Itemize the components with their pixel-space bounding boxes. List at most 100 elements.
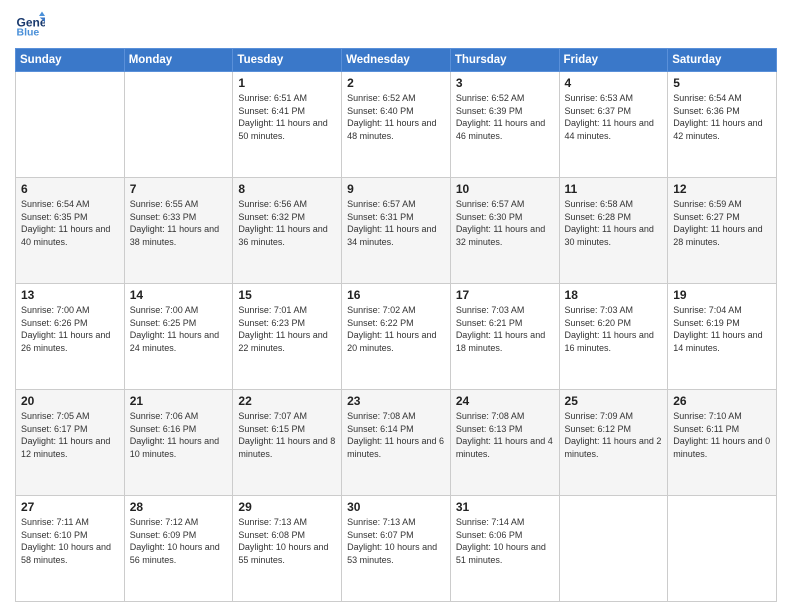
calendar-cell: 20 Sunrise: 7:05 AM Sunset: 6:17 PM Dayli… xyxy=(16,390,125,496)
day-info: Sunrise: 6:57 AM Sunset: 6:31 PM Dayligh… xyxy=(347,198,445,248)
calendar-cell: 29Sunrise: 7:13 AM Sunset: 6:08 PM Dayli… xyxy=(233,496,342,602)
calendar-table: SundayMondayTuesdayWednesdayThursdayFrid… xyxy=(15,48,777,602)
calendar-cell: 27Sunrise: 7:11 AM Sunset: 6:10 PM Dayli… xyxy=(16,496,125,602)
calendar-cell: 4Sunrise: 6:53 AM Sunset: 6:37 PM Daylig… xyxy=(559,72,668,178)
weekday-header-sunday: Sunday xyxy=(16,49,125,72)
day-number: 12 xyxy=(673,182,771,196)
day-number: 31 xyxy=(456,500,554,514)
day-number: 28 xyxy=(130,500,228,514)
day-info: Sunrise: 6:57 AM Sunset: 6:30 PM Dayligh… xyxy=(456,198,554,248)
week-row-4: 27Sunrise: 7:11 AM Sunset: 6:10 PM Dayli… xyxy=(16,496,777,602)
day-info: Sunrise: 6:56 AM Sunset: 6:32 PM Dayligh… xyxy=(238,198,336,248)
calendar-cell: 17 Sunrise: 7:03 AM Sunset: 6:21 PM Dayli… xyxy=(450,284,559,390)
day-info: Sunrise: 7:12 AM Sunset: 6:09 PM Dayligh… xyxy=(130,516,228,566)
day-info: Sunrise: 6:54 AM Sunset: 6:36 PM Dayligh… xyxy=(673,92,771,142)
day-number: 21 xyxy=(130,394,228,408)
calendar-cell: 16 Sunrise: 7:02 AM Sunset: 6:22 PM Dayli… xyxy=(342,284,451,390)
calendar-cell: 23 Sunrise: 7:08 AM Sunset: 6:14 PM Dayli… xyxy=(342,390,451,496)
week-row-2: 13 Sunrise: 7:00 AM Sunset: 6:26 PM Dayli… xyxy=(16,284,777,390)
calendar-cell: 8 Sunrise: 6:56 AM Sunset: 6:32 PM Daylig… xyxy=(233,178,342,284)
calendar-cell: 15 Sunrise: 7:01 AM Sunset: 6:23 PM Dayli… xyxy=(233,284,342,390)
weekday-header-wednesday: Wednesday xyxy=(342,49,451,72)
day-info: Sunrise: 7:08 AM Sunset: 6:14 PM Dayligh… xyxy=(347,410,445,460)
calendar-cell: 9 Sunrise: 6:57 AM Sunset: 6:31 PM Daylig… xyxy=(342,178,451,284)
calendar-cell: 30 Sunrise: 7:13 AM Sunset: 6:07 PM Dayli… xyxy=(342,496,451,602)
calendar-cell: 6Sunrise: 6:54 AM Sunset: 6:35 PM Daylig… xyxy=(16,178,125,284)
day-info: Sunrise: 7:01 AM Sunset: 6:23 PM Dayligh… xyxy=(238,304,336,354)
day-number: 18 xyxy=(565,288,663,302)
weekday-header-row: SundayMondayTuesdayWednesdayThursdayFrid… xyxy=(16,49,777,72)
weekday-header-saturday: Saturday xyxy=(668,49,777,72)
day-info: Sunrise: 7:00 AM Sunset: 6:26 PM Dayligh… xyxy=(21,304,119,354)
day-number: 20 xyxy=(21,394,119,408)
calendar-cell: 18 Sunrise: 7:03 AM Sunset: 6:20 PM Dayli… xyxy=(559,284,668,390)
day-number: 2 xyxy=(347,76,445,90)
day-info: Sunrise: 7:06 AM Sunset: 6:16 PM Dayligh… xyxy=(130,410,228,460)
day-info: Sunrise: 7:11 AM Sunset: 6:10 PM Dayligh… xyxy=(21,516,119,566)
calendar-cell: 28 Sunrise: 7:12 AM Sunset: 6:09 PM Dayli… xyxy=(124,496,233,602)
calendar-cell xyxy=(16,72,125,178)
day-number: 17 xyxy=(456,288,554,302)
day-number: 15 xyxy=(238,288,336,302)
day-number: 5 xyxy=(673,76,771,90)
calendar-cell: 10Sunrise: 6:57 AM Sunset: 6:30 PM Dayli… xyxy=(450,178,559,284)
day-number: 11 xyxy=(565,182,663,196)
week-row-0: 1Sunrise: 6:51 AM Sunset: 6:41 PM Daylig… xyxy=(16,72,777,178)
calendar-cell xyxy=(668,496,777,602)
day-number: 22 xyxy=(238,394,336,408)
day-info: Sunrise: 7:02 AM Sunset: 6:22 PM Dayligh… xyxy=(347,304,445,354)
day-info: Sunrise: 7:10 AM Sunset: 6:11 PM Dayligh… xyxy=(673,410,771,460)
day-info: Sunrise: 7:07 AM Sunset: 6:15 PM Dayligh… xyxy=(238,410,336,460)
calendar-cell xyxy=(124,72,233,178)
day-info: Sunrise: 7:13 AM Sunset: 6:07 PM Dayligh… xyxy=(347,516,445,566)
day-info: Sunrise: 6:59 AM Sunset: 6:27 PM Dayligh… xyxy=(673,198,771,248)
day-info: Sunrise: 7:08 AM Sunset: 6:13 PM Dayligh… xyxy=(456,410,554,460)
calendar-cell: 21 Sunrise: 7:06 AM Sunset: 6:16 PM Dayli… xyxy=(124,390,233,496)
day-number: 14 xyxy=(130,288,228,302)
day-info: Sunrise: 6:58 AM Sunset: 6:28 PM Dayligh… xyxy=(565,198,663,248)
logo: General Blue xyxy=(15,10,25,40)
day-info: Sunrise: 7:03 AM Sunset: 6:20 PM Dayligh… xyxy=(565,304,663,354)
day-number: 24 xyxy=(456,394,554,408)
week-row-1: 6Sunrise: 6:54 AM Sunset: 6:35 PM Daylig… xyxy=(16,178,777,284)
calendar-cell: 5 Sunrise: 6:54 AM Sunset: 6:36 PM Daylig… xyxy=(668,72,777,178)
calendar-cell: 25Sunrise: 7:09 AM Sunset: 6:12 PM Dayli… xyxy=(559,390,668,496)
day-info: Sunrise: 7:05 AM Sunset: 6:17 PM Dayligh… xyxy=(21,410,119,460)
calendar-cell xyxy=(559,496,668,602)
day-number: 30 xyxy=(347,500,445,514)
day-number: 9 xyxy=(347,182,445,196)
day-number: 8 xyxy=(238,182,336,196)
day-info: Sunrise: 7:04 AM Sunset: 6:19 PM Dayligh… xyxy=(673,304,771,354)
calendar-cell: 26Sunrise: 7:10 AM Sunset: 6:11 PM Dayli… xyxy=(668,390,777,496)
day-number: 3 xyxy=(456,76,554,90)
day-info: Sunrise: 7:03 AM Sunset: 6:21 PM Dayligh… xyxy=(456,304,554,354)
day-info: Sunrise: 7:14 AM Sunset: 6:06 PM Dayligh… xyxy=(456,516,554,566)
calendar-cell: 3 Sunrise: 6:52 AM Sunset: 6:39 PM Daylig… xyxy=(450,72,559,178)
week-row-3: 20 Sunrise: 7:05 AM Sunset: 6:17 PM Dayli… xyxy=(16,390,777,496)
day-info: Sunrise: 6:55 AM Sunset: 6:33 PM Dayligh… xyxy=(130,198,228,248)
calendar-cell: 24 Sunrise: 7:08 AM Sunset: 6:13 PM Dayli… xyxy=(450,390,559,496)
weekday-header-friday: Friday xyxy=(559,49,668,72)
day-info: Sunrise: 6:52 AM Sunset: 6:39 PM Dayligh… xyxy=(456,92,554,142)
calendar-cell: 2 Sunrise: 6:52 AM Sunset: 6:40 PM Daylig… xyxy=(342,72,451,178)
calendar-cell: 12 Sunrise: 6:59 AM Sunset: 6:27 PM Dayli… xyxy=(668,178,777,284)
day-info: Sunrise: 6:53 AM Sunset: 6:37 PM Dayligh… xyxy=(565,92,663,142)
day-number: 23 xyxy=(347,394,445,408)
day-number: 19 xyxy=(673,288,771,302)
day-number: 25 xyxy=(565,394,663,408)
calendar-cell: 19 Sunrise: 7:04 AM Sunset: 6:19 PM Dayli… xyxy=(668,284,777,390)
calendar-cell: 22 Sunrise: 7:07 AM Sunset: 6:15 PM Dayli… xyxy=(233,390,342,496)
day-number: 16 xyxy=(347,288,445,302)
day-info: Sunrise: 6:52 AM Sunset: 6:40 PM Dayligh… xyxy=(347,92,445,142)
calendar-cell: 13 Sunrise: 7:00 AM Sunset: 6:26 PM Dayli… xyxy=(16,284,125,390)
calendar-cell: 1Sunrise: 6:51 AM Sunset: 6:41 PM Daylig… xyxy=(233,72,342,178)
day-number: 29 xyxy=(238,500,336,514)
day-number: 1 xyxy=(238,76,336,90)
calendar-cell: 31 Sunrise: 7:14 AM Sunset: 6:06 PM Dayli… xyxy=(450,496,559,602)
weekday-header-monday: Monday xyxy=(124,49,233,72)
day-info: Sunrise: 6:54 AM Sunset: 6:35 PM Dayligh… xyxy=(21,198,119,248)
logo-icon: General Blue xyxy=(15,10,45,40)
day-number: 13 xyxy=(21,288,119,302)
calendar-cell: 11 Sunrise: 6:58 AM Sunset: 6:28 PM Dayli… xyxy=(559,178,668,284)
weekday-header-tuesday: Tuesday xyxy=(233,49,342,72)
